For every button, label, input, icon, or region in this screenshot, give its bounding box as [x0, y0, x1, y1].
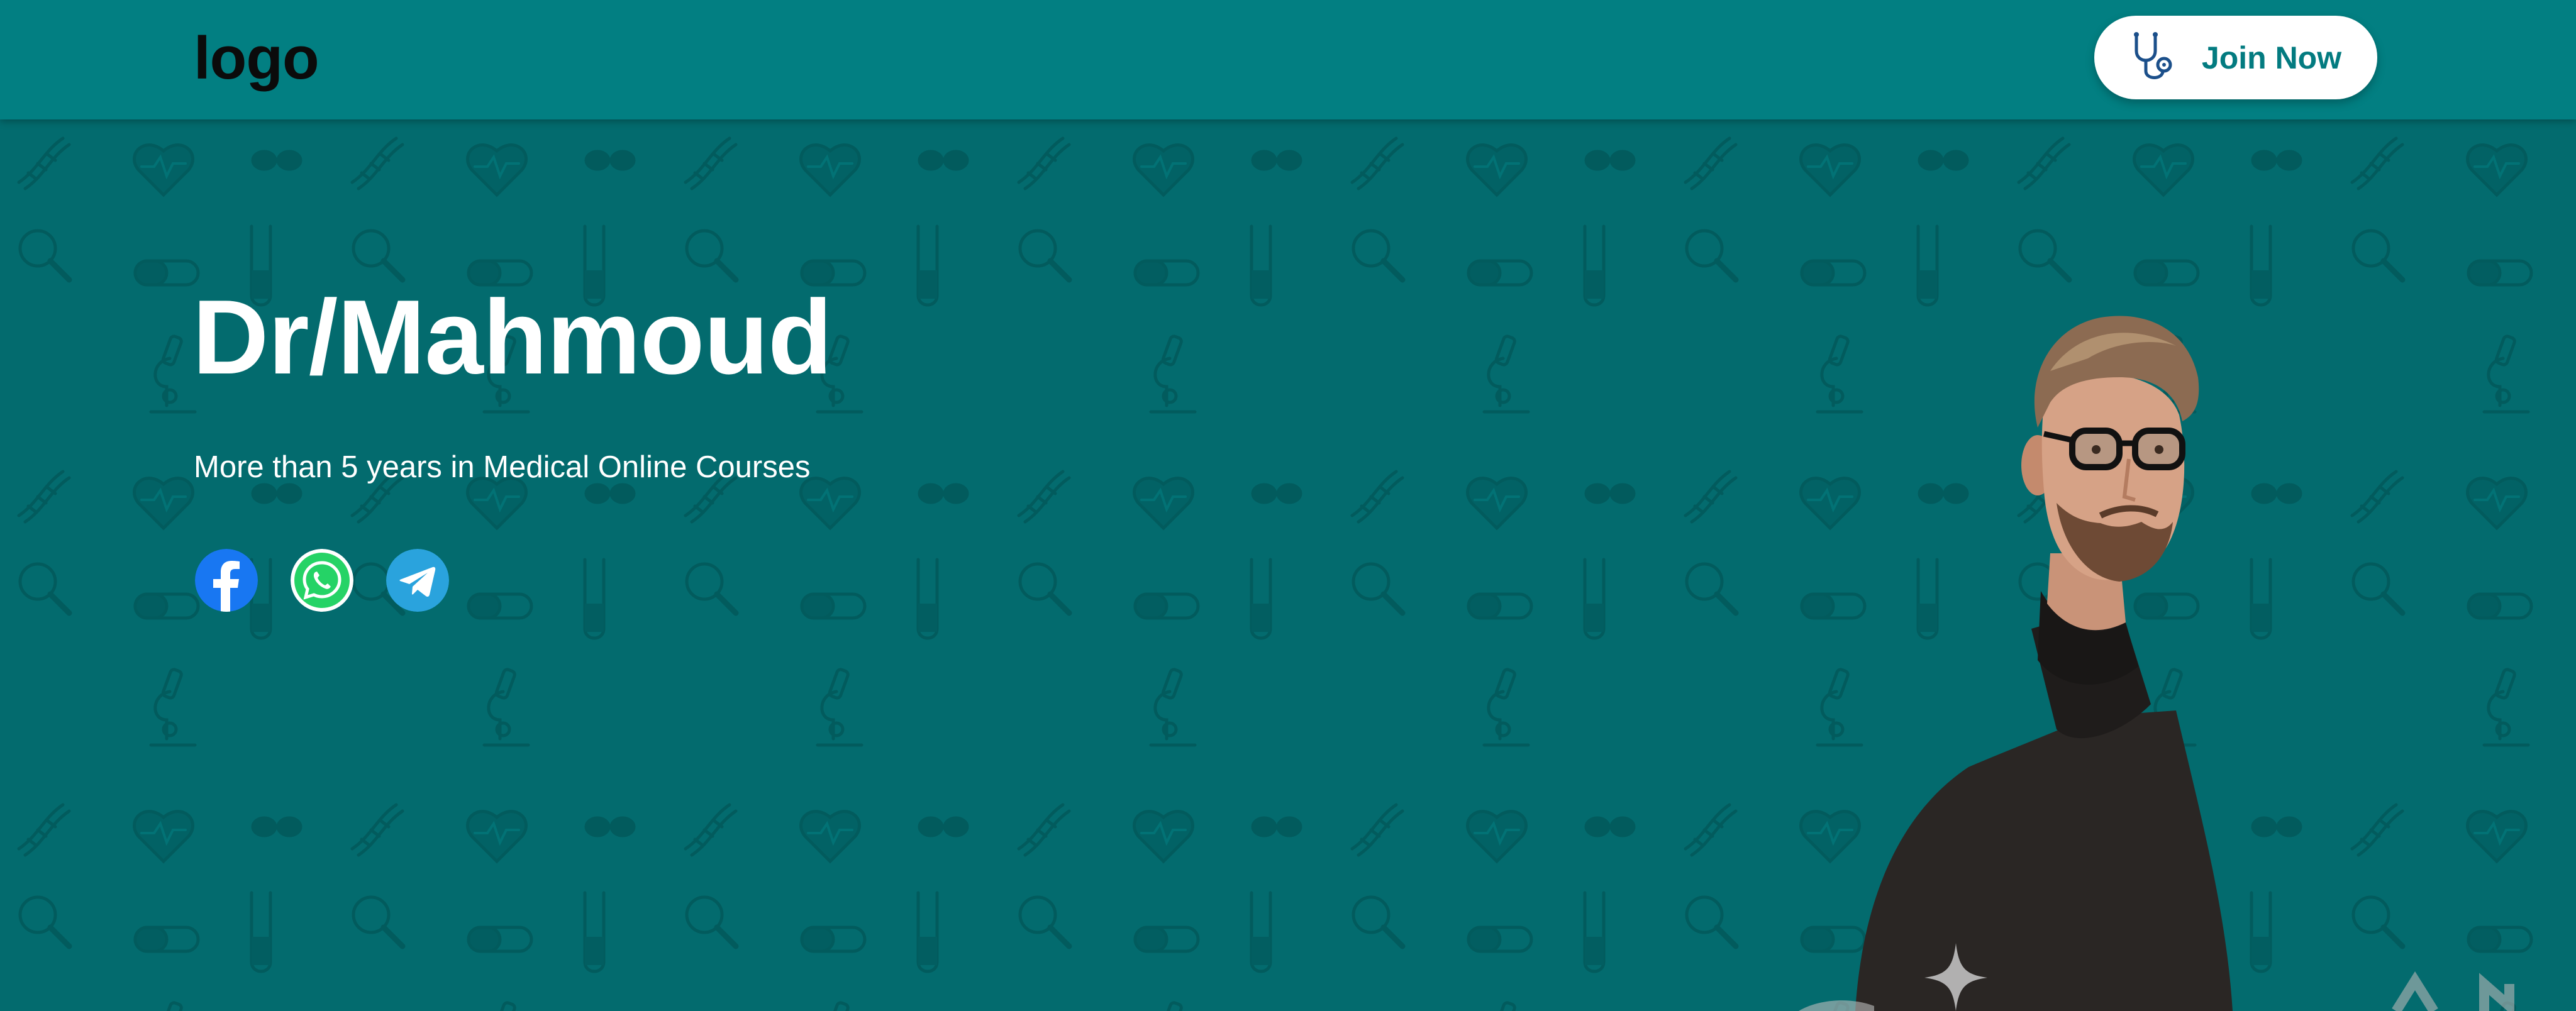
- hero-subtitle: More than 5 years in Medical Online Cour…: [194, 450, 811, 484]
- telegram-icon[interactable]: [386, 549, 449, 612]
- stethoscope-icon: [2133, 31, 2172, 79]
- facebook-icon[interactable]: [195, 549, 258, 612]
- watermark-decoration: [2392, 971, 2514, 1011]
- top-navbar: logo Join Now: [0, 0, 2576, 119]
- doctor-portrait-image: [1855, 316, 2233, 1011]
- social-links: [195, 549, 482, 612]
- sparkle-icon: [1799, 943, 1987, 1011]
- whatsapp-icon[interactable]: [291, 549, 353, 612]
- landing-page: logo Join Now Dr/Mahmoud More than 5 yea…: [0, 0, 2576, 1011]
- doctor-name-heading: Dr/Mahmoud: [192, 278, 833, 396]
- join-now-button[interactable]: Join Now: [2094, 16, 2377, 99]
- join-now-label: Join Now: [2201, 40, 2342, 75]
- site-logo[interactable]: logo: [194, 24, 319, 93]
